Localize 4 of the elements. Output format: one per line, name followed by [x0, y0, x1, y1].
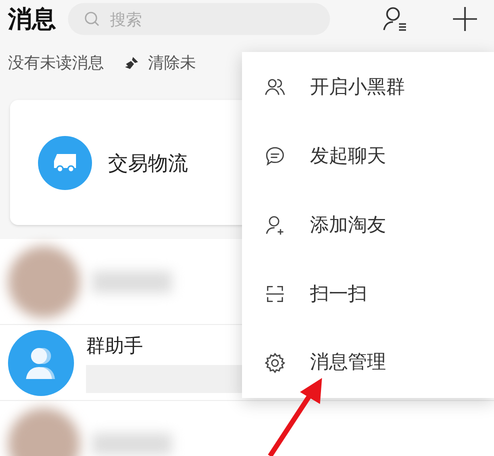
status-text: 没有未读消息 [8, 52, 104, 74]
logistics-label: 交易物流 [108, 150, 188, 176]
chat-name: 群助手 [86, 334, 144, 360]
page-title: 消息 [8, 4, 56, 35]
